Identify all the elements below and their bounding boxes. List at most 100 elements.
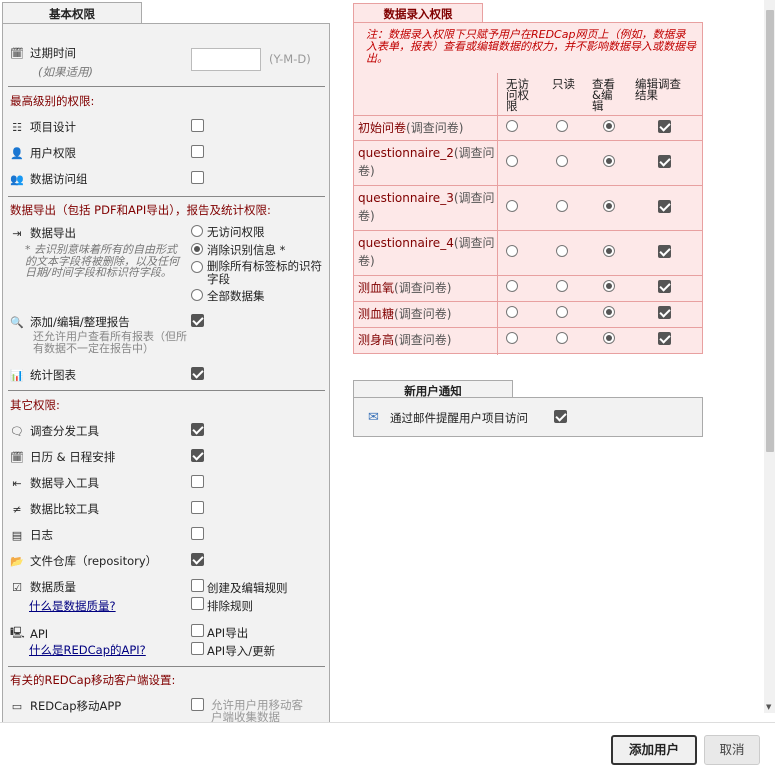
export-option-none: 无访问权限: [207, 225, 265, 239]
survey-tools-checkbox[interactable]: [191, 423, 204, 436]
export-option-remove-identifiers: 删除所有标签标的识符字段: [207, 259, 322, 286]
divider: [8, 86, 325, 87]
users-icon: 👥: [10, 172, 24, 186]
form-row-name: 测身高(调查问卷): [358, 333, 452, 347]
radio-read-only[interactable]: [556, 280, 568, 292]
dq-create-rules-label: 创建及编辑规则: [207, 581, 288, 595]
radio-read-only[interactable]: [556, 245, 568, 257]
data-entry-rights-tab: 数据录入权限: [353, 3, 483, 23]
edit-survey-checkbox[interactable]: [658, 155, 671, 168]
radio-no-access[interactable]: [506, 155, 518, 167]
form-row-name: 测血氧(调查问卷): [358, 281, 452, 295]
edit-survey-checkbox[interactable]: [658, 332, 671, 345]
add-user-button[interactable]: 添加用户: [611, 735, 697, 765]
radio-view-edit[interactable]: [603, 332, 615, 344]
stats-label: 📊 统计图表: [10, 368, 76, 382]
radio-no-access[interactable]: [506, 280, 518, 292]
divider: [354, 185, 702, 186]
export-option-full: 全部数据集: [207, 289, 265, 303]
edit-survey-checkbox[interactable]: [658, 280, 671, 293]
export-radio-full[interactable]: [191, 289, 203, 301]
radio-read-only[interactable]: [556, 200, 568, 212]
data-import-checkbox[interactable]: [191, 475, 204, 488]
api-import-label: API导入/更新: [207, 644, 276, 658]
radio-view-edit[interactable]: [603, 120, 615, 132]
export-note: * 去识别意味着所有的自由形式的文本字段将被删除，以及任何日期/时间字段和标识符…: [25, 243, 179, 279]
api-help-link[interactable]: 什么是REDCap的API?: [29, 642, 146, 658]
divider: [354, 275, 702, 276]
user-rights-checkbox[interactable]: [191, 145, 204, 158]
export-radio-remove-identifiers[interactable]: [191, 261, 203, 273]
api-label: 🖳 API: [10, 624, 48, 643]
radio-no-access[interactable]: [506, 120, 518, 132]
dq-create-rules-checkbox[interactable]: [191, 579, 204, 592]
logging-label: ▤ 日志: [11, 528, 53, 542]
col-read-only: 只读: [552, 77, 575, 91]
file-repo-checkbox[interactable]: [191, 553, 204, 566]
radio-read-only[interactable]: [556, 155, 568, 167]
import-icon: ⇤: [12, 476, 22, 490]
user-rights-dialog: 基本权限 🗓 过期时间 (如果适用) (Y-M-D) 最高级别的权限: ☷ 项目设…: [0, 0, 775, 771]
mail-icon: ✉: [368, 410, 379, 425]
divider: [354, 327, 702, 328]
api-icon: 🖳: [10, 626, 25, 639]
radio-read-only[interactable]: [556, 120, 568, 132]
edit-survey-checkbox[interactable]: [658, 245, 671, 258]
radio-read-only[interactable]: [556, 332, 568, 344]
edit-survey-checkbox[interactable]: [658, 306, 671, 319]
edit-survey-checkbox[interactable]: [658, 120, 671, 133]
logging-checkbox[interactable]: [191, 527, 204, 540]
data-compare-checkbox[interactable]: [191, 501, 204, 514]
form-row-name: 初始问卷(调查问卷): [358, 121, 464, 135]
scroll-down-icon[interactable]: ▼: [766, 703, 771, 711]
export-radio-deidentified[interactable]: [191, 243, 203, 255]
scrollbar-thumb[interactable]: [766, 10, 774, 452]
export-icon: ⇥: [12, 226, 22, 240]
calendar-checkbox[interactable]: [191, 449, 204, 462]
reports-checkbox[interactable]: [191, 314, 204, 327]
edit-survey-checkbox[interactable]: [658, 200, 671, 213]
dq-exclude-rules-checkbox[interactable]: [191, 597, 204, 610]
export-section-title: 数据导出（包括 PDF和API导出），报告及统计权限:: [10, 203, 271, 217]
expiration-input[interactable]: [191, 48, 261, 71]
cancel-button[interactable]: 取消: [704, 735, 760, 765]
mobile-section-title: 有关的REDCap移动客户端设置:: [10, 673, 176, 687]
folder-icon: 📂: [10, 554, 24, 568]
other-section-title: 其它权限:: [10, 398, 60, 412]
data-quality-help-link[interactable]: 什么是数据质量?: [29, 598, 116, 614]
radio-no-access[interactable]: [506, 200, 518, 212]
divider: [354, 301, 702, 302]
expiration-format: (Y-M-D): [269, 52, 311, 66]
data-entry-note: 注：数据录入权限下只赋予用户在REDCap网页上（例如，数据录入表单，报表）查看…: [366, 28, 696, 65]
project-design-checkbox[interactable]: [191, 119, 204, 132]
radio-view-edit[interactable]: [603, 306, 615, 318]
export-radio-none[interactable]: [191, 225, 203, 237]
radio-read-only[interactable]: [556, 306, 568, 318]
stats-checkbox[interactable]: [191, 367, 204, 380]
calendar-label: 🗓 日历 & 日程安排: [10, 450, 116, 464]
notify-checkbox[interactable]: [554, 410, 567, 423]
mobile-app-checkbox[interactable]: [191, 698, 204, 711]
radio-view-edit[interactable]: [603, 280, 615, 292]
radio-view-edit[interactable]: [603, 155, 615, 167]
radio-no-access[interactable]: [506, 245, 518, 257]
radio-no-access[interactable]: [506, 332, 518, 344]
bar-chart-icon: 📊: [10, 368, 24, 382]
radio-view-edit[interactable]: [603, 200, 615, 212]
radio-view-edit[interactable]: [603, 245, 615, 257]
form-row-name: questionnaire_2(调查问卷): [358, 146, 495, 178]
dag-label: 👥 数据访问组: [10, 172, 88, 186]
form-row-name: 测血糖(调查问卷): [358, 307, 452, 321]
radio-no-access[interactable]: [506, 306, 518, 318]
survey-icon: 🗨: [10, 424, 24, 438]
dag-checkbox[interactable]: [191, 171, 204, 184]
api-import-checkbox[interactable]: [191, 642, 204, 655]
divider: [8, 390, 325, 391]
notify-panel: ✉ 通过邮件提醒用户项目访问: [353, 397, 703, 437]
notify-label: 通过邮件提醒用户项目访问: [390, 411, 528, 425]
expiration-sub: (如果适用): [38, 65, 93, 79]
divider: [354, 115, 702, 116]
survey-tools-label: 🗨 调查分发工具: [10, 424, 99, 438]
tablet-icon: ▭: [11, 699, 23, 713]
api-export-checkbox[interactable]: [191, 624, 204, 637]
